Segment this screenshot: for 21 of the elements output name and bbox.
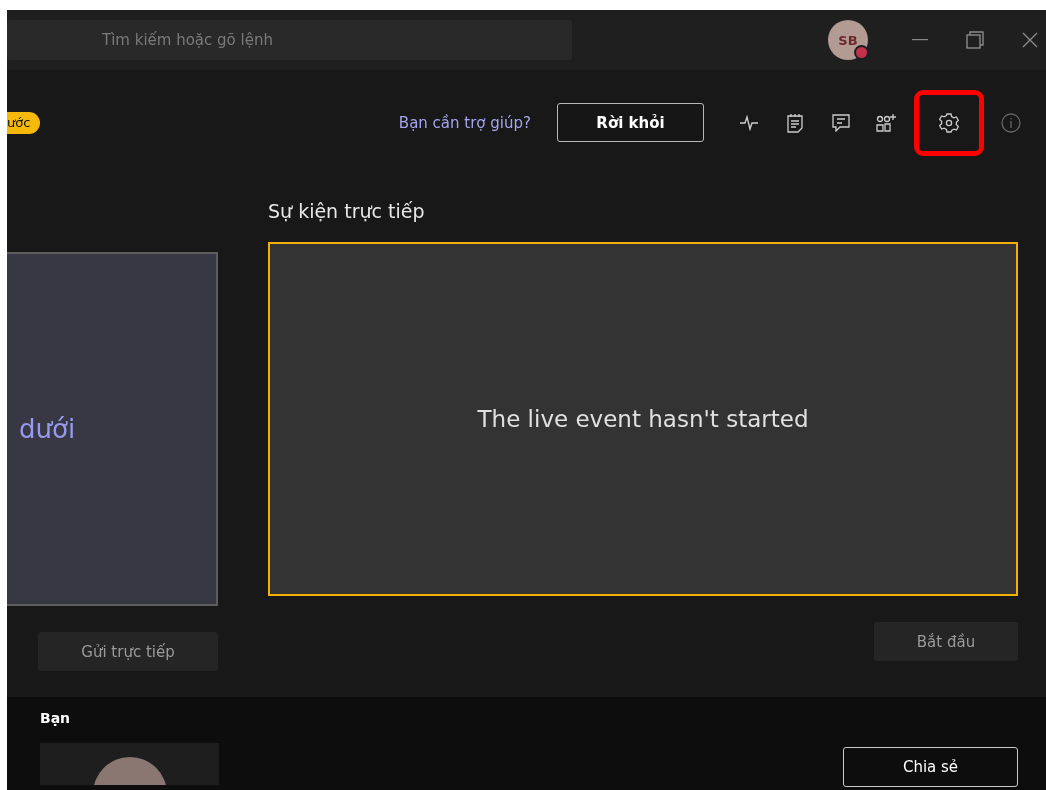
add-people-icon[interactable] xyxy=(876,112,898,133)
section-title: Sự kiện trực tiếp xyxy=(268,200,426,224)
leave-button[interactable]: Rời khỏi xyxy=(557,103,704,142)
notes-icon[interactable] xyxy=(787,112,803,133)
share-button[interactable]: Chia sẻ xyxy=(843,747,1018,787)
user-avatar[interactable]: SB xyxy=(828,20,868,60)
search-field[interactable]: Tìm kiếm hoặc gõ lệnh xyxy=(7,20,572,60)
start-button[interactable]: Bắt đầu xyxy=(874,622,1018,661)
send-live-button[interactable]: Gửi trực tiếp xyxy=(38,632,218,671)
close-icon[interactable] xyxy=(1022,32,1038,48)
maximize-icon[interactable] xyxy=(966,31,984,49)
minimize-icon[interactable] xyxy=(912,39,928,41)
preview-text: dưới xyxy=(19,414,76,444)
chat-icon[interactable] xyxy=(832,113,850,132)
info-icon[interactable] xyxy=(1001,112,1021,133)
settings-icon[interactable] xyxy=(939,112,959,133)
pulse-icon[interactable] xyxy=(739,114,759,131)
section-label: Bạn xyxy=(40,710,72,726)
status-badge: ước xyxy=(7,111,41,134)
help-link[interactable]: Bạn cần trợ giúp? xyxy=(398,113,531,132)
status-message: The live event hasn't started xyxy=(477,406,809,432)
